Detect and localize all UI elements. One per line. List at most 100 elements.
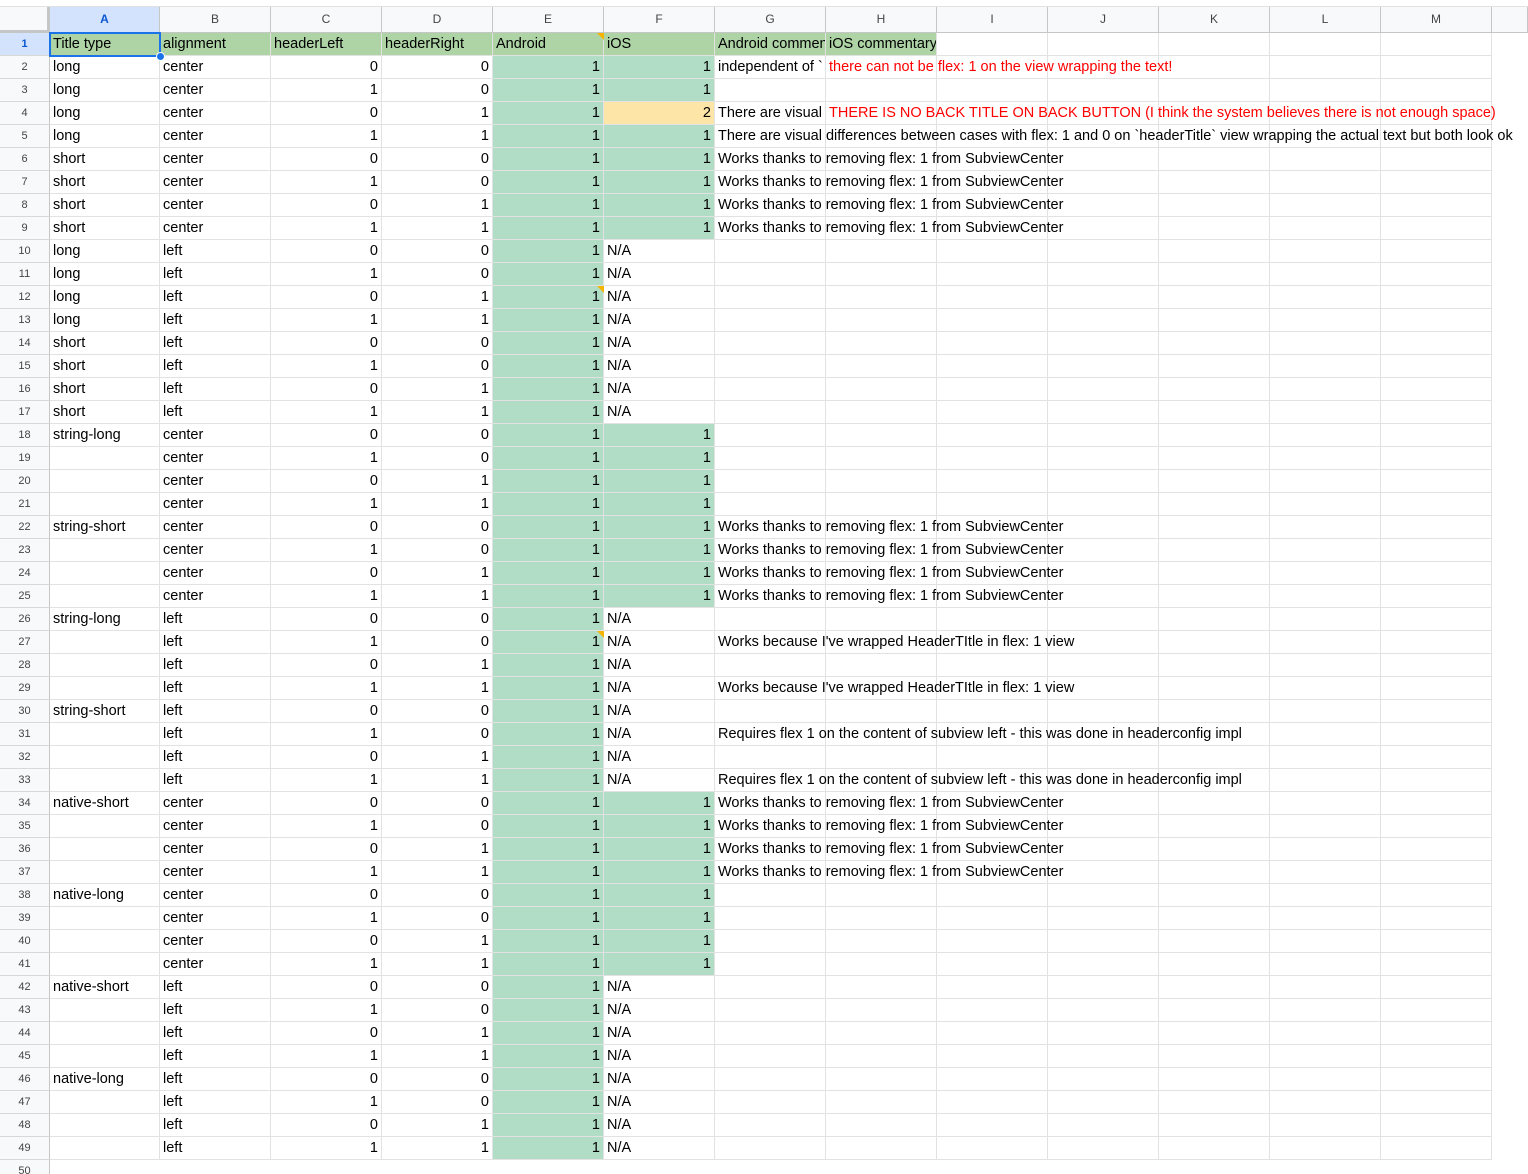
empty-cell[interactable] — [1159, 608, 1270, 631]
cell-g-14[interactable] — [715, 332, 826, 355]
row-header-8[interactable]: 8 — [0, 194, 50, 217]
cell-e-43[interactable]: 1 — [493, 999, 604, 1022]
empty-cell[interactable] — [1270, 953, 1381, 976]
header-cell-h[interactable]: iOS commentary — [826, 33, 937, 56]
cell-c-40[interactable]: 0 — [271, 930, 382, 953]
spreadsheet-grid[interactable]: A B C D E F G H I J K L M 1 Title type alignment headerL… — [0, 0, 1528, 1174]
empty-cell[interactable] — [1270, 654, 1381, 677]
cell-g-44[interactable] — [715, 1022, 826, 1045]
empty-cell[interactable] — [1270, 355, 1381, 378]
cell-g-40[interactable] — [715, 930, 826, 953]
cell-b-45[interactable]: left — [160, 1045, 271, 1068]
row-header-3[interactable]: 3 — [0, 79, 50, 102]
empty-cell[interactable] — [1159, 1045, 1270, 1068]
row-header-11[interactable]: 11 — [0, 263, 50, 286]
empty-cell[interactable] — [1270, 677, 1381, 700]
cell-a-44[interactable] — [50, 1022, 160, 1045]
empty-cell[interactable] — [1048, 976, 1159, 999]
empty-cell[interactable] — [1048, 838, 1159, 861]
cell-g-11[interactable] — [715, 263, 826, 286]
empty-cell[interactable] — [1159, 1137, 1270, 1160]
cell-g-31[interactable]: Requires flex 1 on the content of subvie… — [715, 723, 1242, 746]
cell-e-36[interactable]: 1 — [493, 838, 604, 861]
cell-b-11[interactable]: left — [160, 263, 271, 286]
empty-cell[interactable] — [1159, 378, 1270, 401]
empty-cell[interactable] — [1381, 631, 1492, 654]
empty-cell[interactable] — [937, 999, 1048, 1022]
row-header-47[interactable]: 47 — [0, 1091, 50, 1114]
cell-e-11[interactable]: 1 — [493, 263, 604, 286]
cell-h-49[interactable] — [826, 1137, 937, 1160]
empty-cell[interactable] — [1159, 861, 1270, 884]
empty-cell[interactable] — [1381, 608, 1492, 631]
row-header-50[interactable]: 50 — [0, 1160, 50, 1174]
cell-b-6[interactable]: center — [160, 148, 271, 171]
empty-cell[interactable] — [1159, 217, 1270, 240]
cell-g-30[interactable] — [715, 700, 826, 723]
cell-c-2[interactable]: 0 — [271, 56, 382, 79]
header-cell-d[interactable]: headerRight — [382, 33, 493, 56]
cell-c-25[interactable]: 1 — [271, 585, 382, 608]
cell-d-37[interactable]: 1 — [382, 861, 493, 884]
cell-c-33[interactable]: 1 — [271, 769, 382, 792]
cell-d-49[interactable]: 1 — [382, 1137, 493, 1160]
cell-c-9[interactable]: 1 — [271, 217, 382, 240]
comment-indicator[interactable] — [597, 33, 604, 40]
empty-cell[interactable] — [1270, 815, 1381, 838]
cell-a-25[interactable] — [50, 585, 160, 608]
cell-d-2[interactable]: 0 — [382, 56, 493, 79]
header-cell-f[interactable]: iOS — [604, 33, 715, 56]
cell-d-24[interactable]: 1 — [382, 562, 493, 585]
row-header-35[interactable]: 35 — [0, 815, 50, 838]
cell-b-48[interactable]: left — [160, 1114, 271, 1137]
empty-cell[interactable] — [1048, 930, 1159, 953]
cell-c-49[interactable]: 1 — [271, 1137, 382, 1160]
empty-cell[interactable] — [1270, 999, 1381, 1022]
cell-g-47[interactable] — [715, 1091, 826, 1114]
cell-b-22[interactable]: center — [160, 516, 271, 539]
cell-h-4[interactable]: THERE IS NO BACK TITLE ON BACK BUTTON (I… — [826, 102, 1496, 125]
cell-h-28[interactable] — [826, 654, 937, 677]
cell-g-15[interactable] — [715, 355, 826, 378]
empty-cell[interactable] — [937, 240, 1048, 263]
cell-h-42[interactable] — [826, 976, 937, 999]
cell-e-39[interactable]: 1 — [493, 907, 604, 930]
cell-d-45[interactable]: 1 — [382, 1045, 493, 1068]
cell-h-48[interactable] — [826, 1114, 937, 1137]
cell-a-39[interactable] — [50, 907, 160, 930]
empty-cell[interactable] — [1159, 907, 1270, 930]
cell-g-21[interactable] — [715, 493, 826, 516]
cell-c-45[interactable]: 1 — [271, 1045, 382, 1068]
cell-d-42[interactable]: 0 — [382, 976, 493, 999]
cell-b-32[interactable]: left — [160, 746, 271, 769]
row-header-23[interactable]: 23 — [0, 539, 50, 562]
cell-g-20[interactable] — [715, 470, 826, 493]
cell-d-9[interactable]: 1 — [382, 217, 493, 240]
empty-cell[interactable] — [937, 355, 1048, 378]
cell-a-30[interactable]: string-short — [50, 700, 160, 723]
empty-cell[interactable] — [1048, 585, 1159, 608]
row-header-1[interactable]: 1 — [0, 33, 50, 56]
column-header-g[interactable]: G — [715, 7, 826, 33]
cell-f-30[interactable]: N/A — [604, 700, 715, 723]
row-header-24[interactable]: 24 — [0, 562, 50, 585]
cell-e-35[interactable]: 1 — [493, 815, 604, 838]
empty-cell[interactable] — [1270, 171, 1381, 194]
cell-g-46[interactable] — [715, 1068, 826, 1091]
cell-e-31[interactable]: 1 — [493, 723, 604, 746]
empty-cell[interactable] — [1381, 1114, 1492, 1137]
cell-e-18[interactable]: 1 — [493, 424, 604, 447]
cell-a-34[interactable]: native-short — [50, 792, 160, 815]
cell-c-8[interactable]: 0 — [271, 194, 382, 217]
cell-c-17[interactable]: 1 — [271, 401, 382, 424]
cell-a-46[interactable]: native-long — [50, 1068, 160, 1091]
empty-cell[interactable] — [1159, 309, 1270, 332]
cell-h-15[interactable] — [826, 355, 937, 378]
cell-f-16[interactable]: N/A — [604, 378, 715, 401]
row-header-7[interactable]: 7 — [0, 171, 50, 194]
cell-h-2[interactable]: there can not be flex: 1 on the view wra… — [826, 56, 1172, 79]
empty-cell[interactable] — [1381, 1091, 1492, 1114]
empty-cell[interactable] — [1270, 56, 1381, 79]
cell-d-46[interactable]: 0 — [382, 1068, 493, 1091]
empty-cell[interactable] — [937, 976, 1048, 999]
